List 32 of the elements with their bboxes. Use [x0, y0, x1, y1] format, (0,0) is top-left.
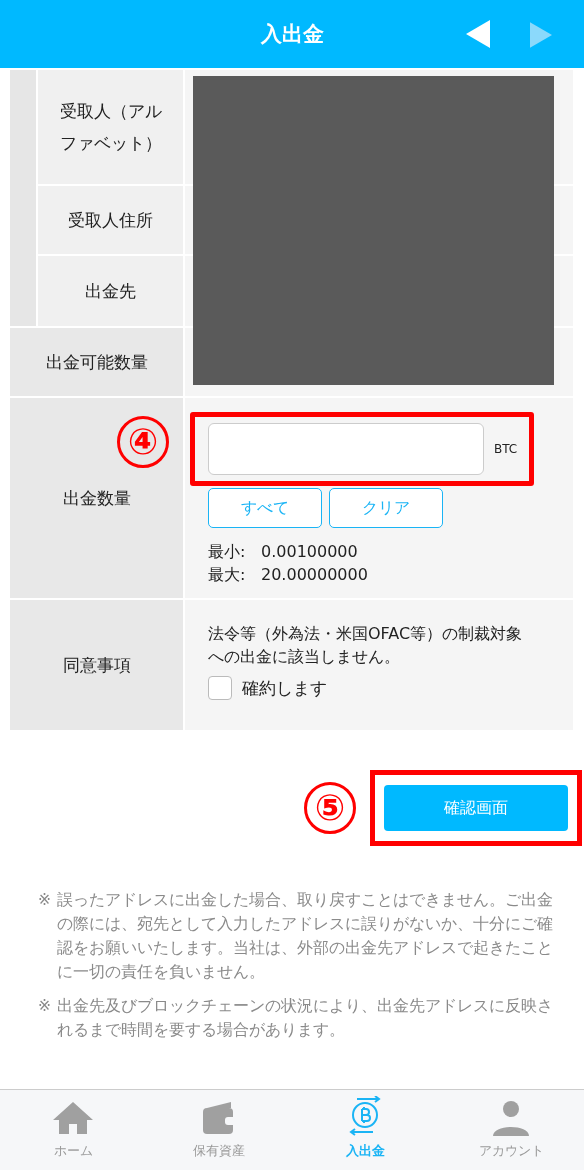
checkbox-label: 確約します	[242, 676, 327, 700]
annotation-number: ④	[117, 416, 169, 468]
limit-label: 最大:	[208, 564, 247, 586]
limit-value: 20.00000000	[261, 564, 368, 586]
note-mark: ※	[38, 890, 51, 911]
field-label: 出金先	[38, 256, 183, 326]
field-label: 受取人（アルファベット）	[38, 70, 183, 184]
field-label: 受取人住所	[38, 186, 183, 254]
nav-tab[interactable]: 入出金	[292, 1090, 438, 1170]
amount-input-field[interactable]	[208, 423, 484, 475]
nav-tab[interactable]: 保有資産	[146, 1090, 292, 1170]
nav-tab[interactable]: アカウント	[438, 1090, 584, 1170]
nav-tab[interactable]: ホーム	[0, 1090, 146, 1170]
note-text: 出金先及びブロックチェーンの状況により、出金先アドレスに反映されるまで時間を要する場合があります。	[57, 996, 554, 1041]
home-icon	[53, 1100, 93, 1136]
forward-arrow-icon[interactable]	[530, 22, 552, 48]
page-title: 入出金	[260, 21, 324, 48]
confirm-button[interactable]: 確認画面	[384, 785, 568, 831]
unit-label: BTC	[494, 442, 518, 456]
limit-value: 0.00100000	[261, 541, 358, 563]
back-arrow-icon[interactable]	[466, 20, 490, 48]
consent-text: 法令等（外為法・米国OFAC等）の制裁対象への出金に該当しません。	[208, 623, 524, 668]
note-mark: ※	[38, 996, 51, 1017]
checkbox[interactable]	[208, 676, 232, 700]
note-text: 誤ったアドレスに出金した場合、取り戻すことはできません。ご出金の際には、宛先として入力したアドレスに誤りがないか、十分にご確認をお願いいたします。当社は、外部の出金先アドレスで起きたことに一切の責任を負いません。	[57, 890, 554, 983]
person-icon	[491, 1100, 531, 1136]
limit-label: 最小:	[208, 541, 247, 563]
annotation-number: ⑤	[304, 782, 356, 834]
amount-button[interactable]: クリア	[329, 488, 443, 528]
field-label: 同意事項	[10, 600, 183, 730]
field-label: 出金可能数量	[10, 328, 183, 396]
amount-button[interactable]: すべて	[208, 488, 322, 528]
